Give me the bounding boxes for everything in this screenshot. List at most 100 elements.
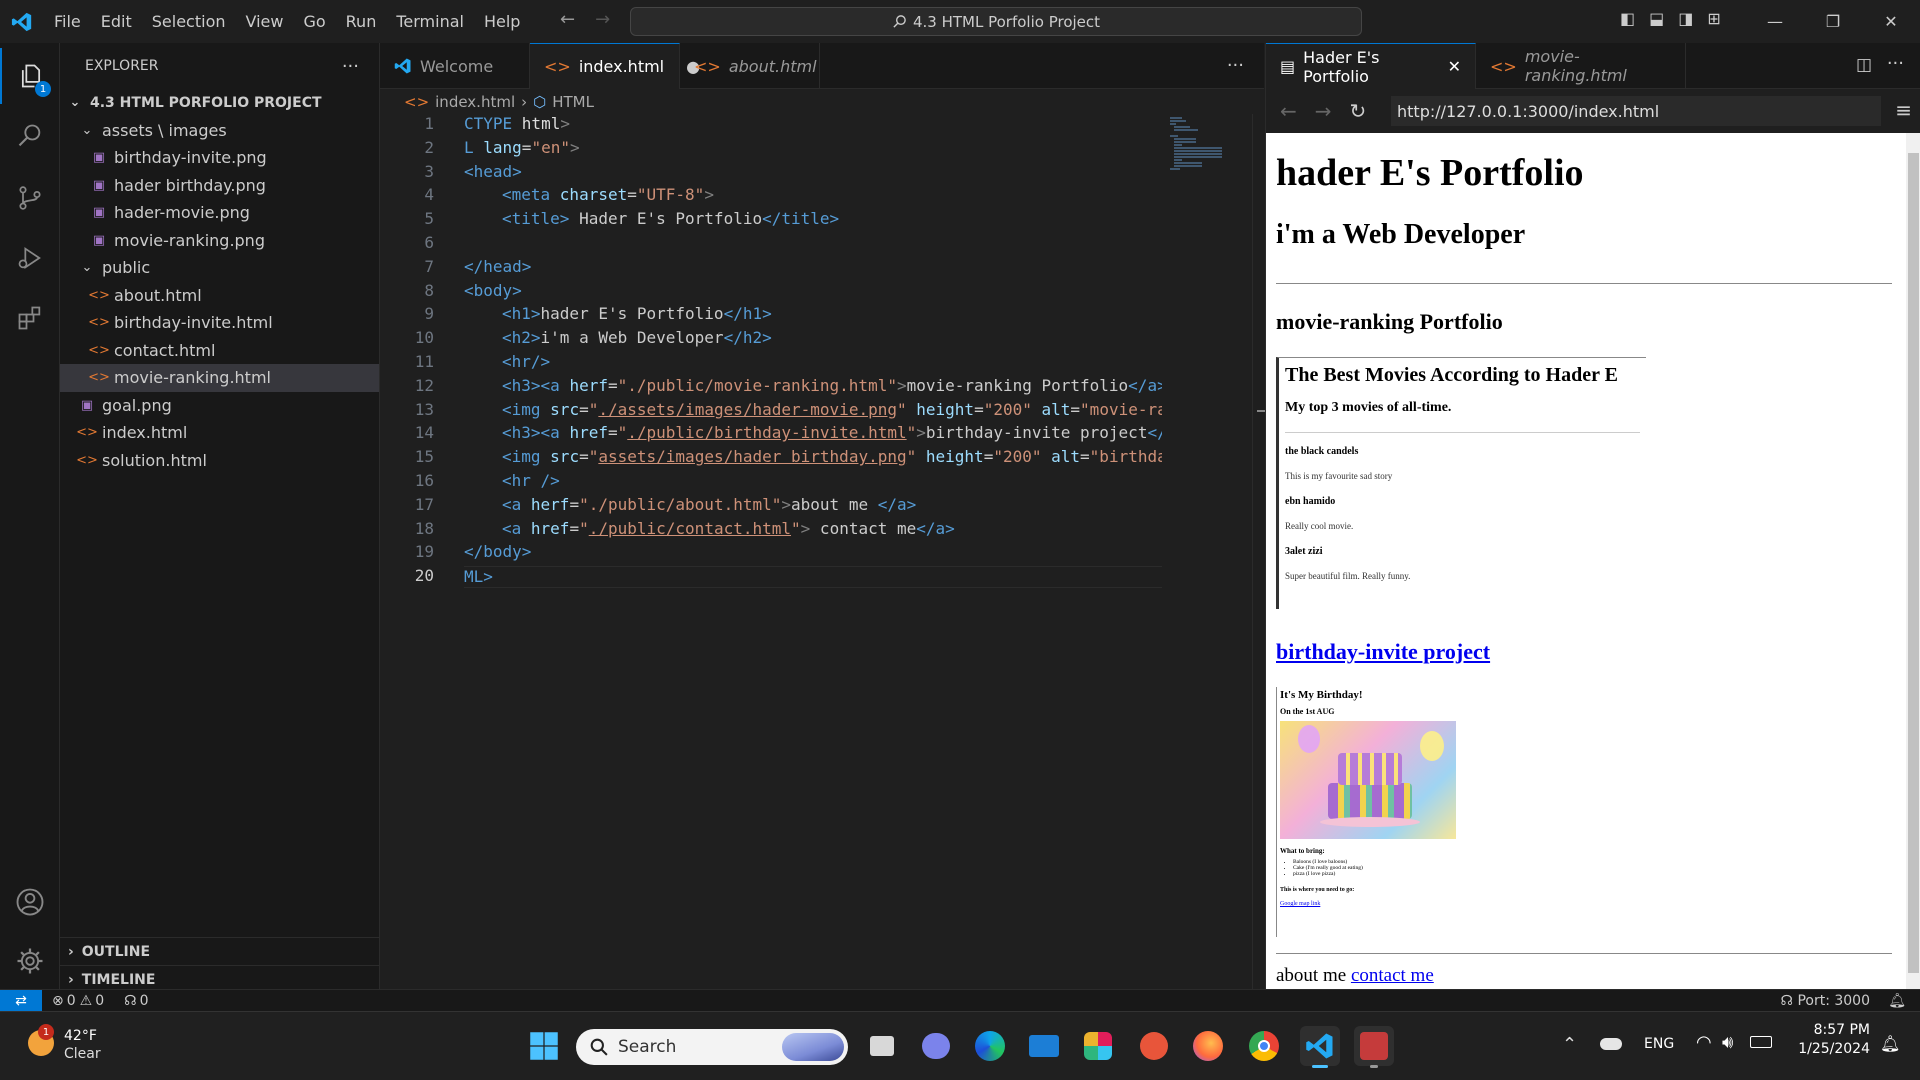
restore-button[interactable]: ❐ [1804, 0, 1862, 43]
teams-app[interactable] [916, 1026, 956, 1066]
project-root[interactable]: ⌄ 4.3 HTML PORFOLIO PROJECT [60, 89, 379, 117]
reload-icon[interactable]: ↻ [1350, 99, 1367, 123]
start-button[interactable] [524, 1026, 564, 1066]
extensions-activity[interactable] [0, 290, 60, 346]
notifications-icon[interactable]: 🔔︎ [1880, 1034, 1900, 1053]
code-token: > [569, 137, 580, 157]
outline-section[interactable]: › OUTLINE [60, 937, 380, 965]
page-scrollbar[interactable] [1906, 133, 1920, 989]
errors-icon[interactable]: ⊗ [52, 993, 64, 1009]
tree-file[interactable]: <> about.html [60, 282, 379, 310]
tab-about-html[interactable]: <> about.html [680, 43, 820, 89]
back-arrow-icon[interactable]: ← [1280, 99, 1297, 123]
onedrive-icon[interactable] [1600, 1038, 1622, 1050]
tree-file[interactable]: ▣ hader birthday.png [60, 172, 379, 200]
menu-view[interactable]: View [236, 12, 294, 31]
chrome-app[interactable] [1244, 1026, 1284, 1066]
menu-file[interactable]: File [44, 12, 91, 31]
weather-widget[interactable]: 1 42°F Clear [24, 1024, 134, 1068]
toggle-panel-icon[interactable]: ⬓ [1649, 9, 1664, 28]
language-indicator[interactable]: ENG [1644, 1036, 1674, 1052]
task-view-app[interactable] [862, 1026, 902, 1066]
tree-file[interactable]: <> solution.html [60, 447, 379, 475]
app-red[interactable] [1134, 1026, 1174, 1066]
vscode-app[interactable] [1300, 1026, 1340, 1068]
tree-file[interactable]: ▣ hader-movie.png [60, 199, 379, 227]
remote-indicator[interactable]: ⇄ [0, 989, 42, 1012]
menu-terminal[interactable]: Terminal [386, 12, 474, 31]
code-line-current: ML> [464, 566, 1162, 589]
more-actions-icon[interactable]: ··· [1887, 53, 1904, 74]
errors-count[interactable]: 0 [67, 993, 76, 1009]
toggle-secondary-sidebar-icon[interactable]: ◨ [1678, 9, 1693, 28]
tab-index-html[interactable]: <> index.html ● [530, 43, 700, 89]
source-control-activity[interactable] [0, 170, 60, 226]
explorer-activity[interactable]: 1 [0, 48, 60, 104]
close-tab-icon[interactable]: ✕ [1448, 57, 1461, 76]
tree-file[interactable]: <> contact.html [60, 337, 379, 365]
clock[interactable]: 8:57 PM 1/25/2024 [1790, 1022, 1870, 1057]
ports-count[interactable]: 0 [140, 993, 149, 1009]
page-scroll-thumb[interactable] [1908, 153, 1919, 973]
command-center[interactable]: 4.3 HTML Porfolio Project [630, 7, 1362, 36]
search-activity[interactable] [0, 108, 60, 164]
accounts-activity[interactable] [0, 874, 60, 930]
close-button[interactable]: ✕ [1862, 0, 1920, 43]
editor-scrollbar[interactable] [1252, 114, 1271, 989]
more-actions-icon[interactable]: ··· [342, 56, 359, 77]
snipping-app[interactable] [1354, 1026, 1394, 1068]
menu-run[interactable]: Run [336, 12, 387, 31]
code-editor[interactable]: 1 2 3 4 5 6 7 8 9 10 11 12 13 14 15 16 17 18 19 20 CTYPE ht… [380, 114, 1162, 989]
menu-help[interactable]: Help [474, 12, 530, 31]
warnings-count[interactable]: 0 [95, 993, 104, 1009]
contact-me-link[interactable]: contact me [1351, 965, 1434, 986]
command-center-label: 4.3 HTML Porfolio Project [912, 12, 1101, 31]
chevron-up-icon[interactable]: ⌃ [1562, 1034, 1577, 1055]
explorer-title: EXPLORER [85, 58, 159, 74]
bell-icon[interactable]: 🔔︎ [1888, 993, 1906, 1009]
tab-hader-portfolio[interactable]: ▤ Hader E's Portfolio ✕ [1266, 43, 1476, 89]
editor-more-actions-icon[interactable]: ··· [1227, 55, 1244, 76]
forward-arrow-icon[interactable]: → [1315, 99, 1332, 123]
tree-folder[interactable]: ⌄ assets \ images [60, 117, 379, 145]
warnings-icon[interactable]: ⚠ [80, 993, 93, 1009]
toggle-sidebar-icon[interactable]: ◧ [1620, 9, 1635, 28]
taskbar-search[interactable]: Search [576, 1029, 848, 1065]
port-status[interactable]: ☊ Port: 3000 [1781, 993, 1870, 1009]
menu-selection[interactable]: Selection [142, 12, 236, 31]
split-editor-icon[interactable]: ◫ [1856, 55, 1872, 75]
line-number: 17 [414, 494, 434, 514]
tree-file[interactable]: <> index.html [60, 419, 379, 447]
breadcrumb-node[interactable]: HTML [552, 93, 594, 111]
breadcrumb-file[interactable]: index.html [435, 93, 515, 111]
tree-file[interactable]: ▣ birthday-invite.png [60, 144, 379, 172]
ports-icon[interactable]: ☊ [124, 993, 136, 1009]
tree-file[interactable]: <> movie-ranking.html [60, 364, 379, 392]
slack-app[interactable] [1078, 1026, 1118, 1066]
menu-edit[interactable]: Edit [91, 12, 142, 31]
tree-file[interactable]: ▣ movie-ranking.png [60, 227, 379, 255]
back-arrow-icon[interactable]: ← [560, 9, 575, 30]
minimap[interactable] [1162, 114, 1252, 989]
menu-icon[interactable]: ≡ [1895, 98, 1912, 122]
url-input[interactable]: http://127.0.0.1:3000/index.html [1391, 96, 1881, 126]
tree-file[interactable]: <> birthday-invite.html [60, 309, 379, 337]
mail-app[interactable] [1024, 1026, 1064, 1066]
wifi-icon[interactable]: ◠ [1696, 1032, 1712, 1053]
manage-activity[interactable] [0, 933, 60, 989]
firefox-app[interactable] [1188, 1026, 1228, 1066]
tab-movie-ranking[interactable]: <> movie-ranking.html [1476, 43, 1686, 89]
tree-file[interactable]: ▣ goal.png [60, 392, 379, 420]
customize-layout-icon[interactable]: ⊞ [1707, 9, 1720, 28]
run-debug-activity[interactable] [0, 230, 60, 286]
minimize-button[interactable]: — [1746, 0, 1804, 43]
movie-2-desc: Really cool movie. [1285, 521, 1354, 531]
forward-arrow-icon[interactable]: → [595, 9, 610, 30]
volume-icon[interactable]: 🔊︎ [1722, 1032, 1733, 1053]
battery-icon[interactable] [1750, 1036, 1772, 1048]
menu-go[interactable]: Go [293, 12, 335, 31]
tab-welcome[interactable]: Welcome [380, 43, 530, 89]
birthday-invite-link[interactable]: birthday-invite project [1276, 639, 1490, 665]
tree-folder[interactable]: ⌄ public [60, 254, 379, 282]
edge-app[interactable] [970, 1026, 1010, 1066]
